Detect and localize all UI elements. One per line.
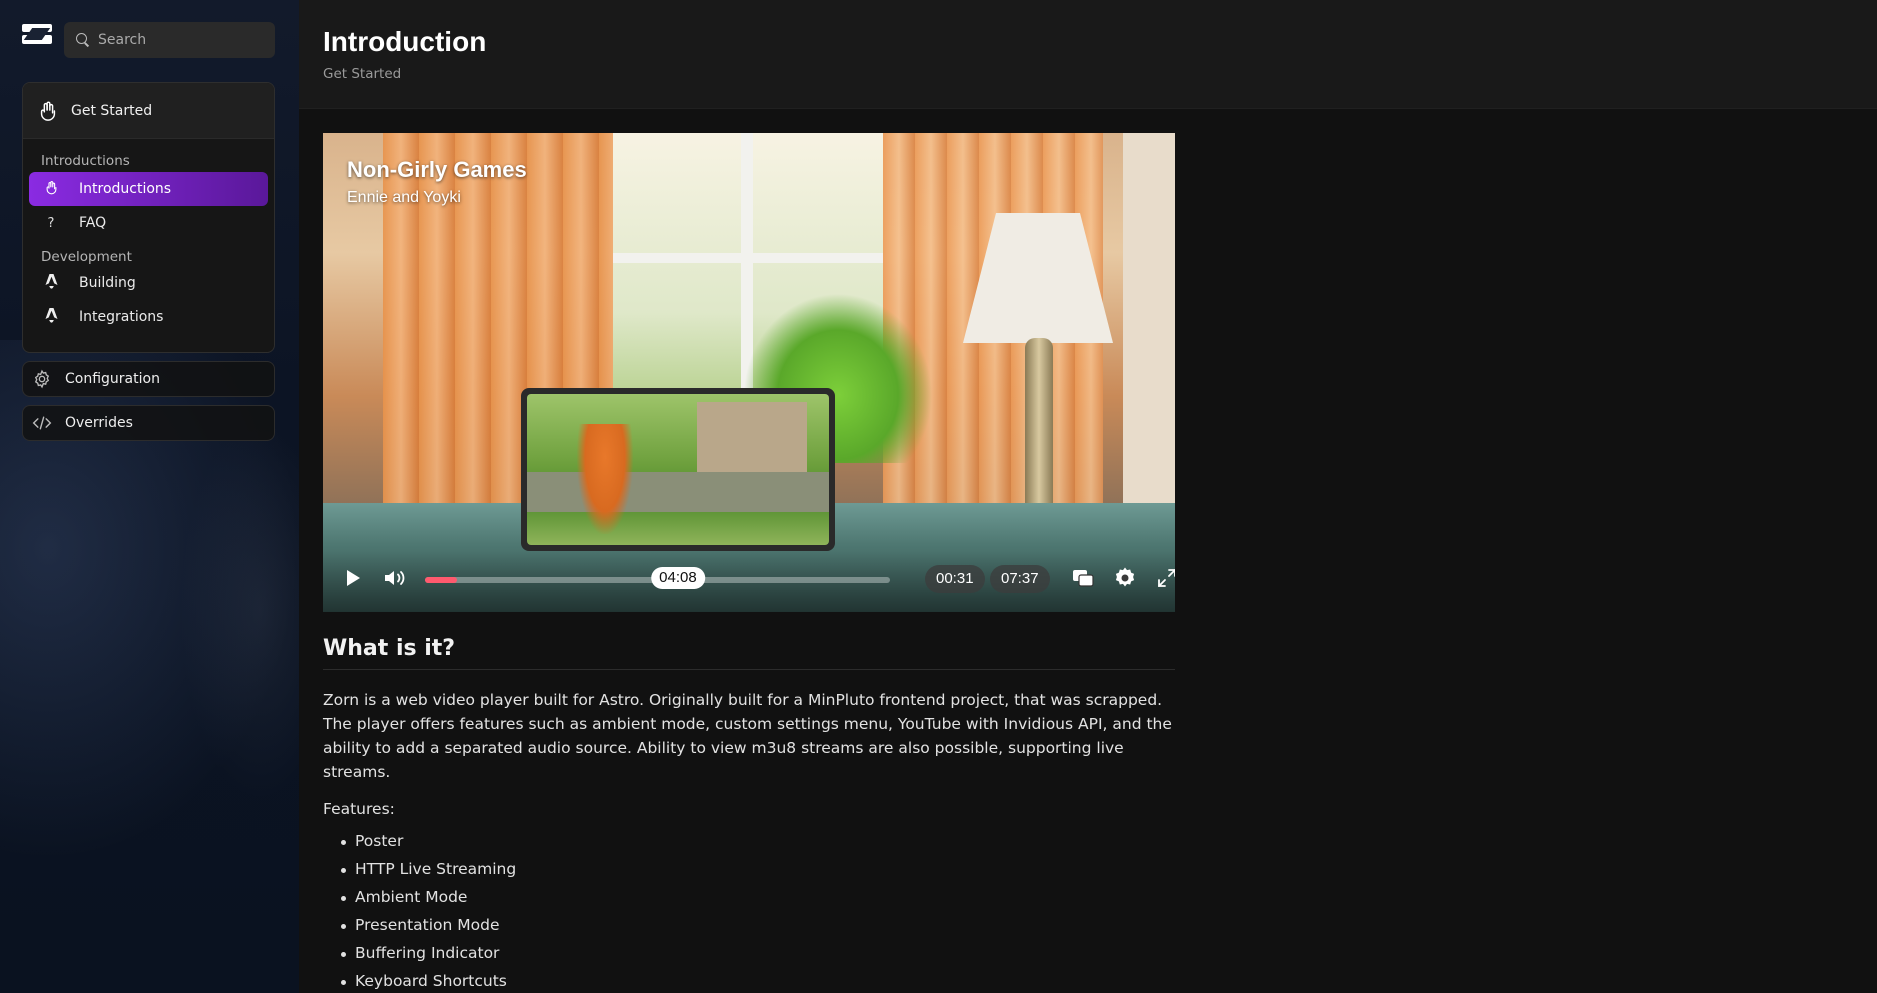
video-controls: 04:08 00:31 07:37: [323, 551, 1175, 612]
settings-button[interactable]: [1108, 561, 1142, 595]
video-subtitle: Ennie and Yoyki: [347, 189, 461, 206]
list-item: Poster: [323, 832, 1175, 860]
video-frame-lamp-base: [1025, 338, 1053, 518]
video-player[interactable]: Non-Girly Games Ennie and Yoyki 04:08 00…: [323, 133, 1175, 612]
main-content: Introduction Get Started Non-Girly Games…: [299, 0, 1877, 993]
duration-time: 07:37: [990, 565, 1050, 593]
volume-icon: [385, 571, 405, 585]
sidebar-item-label: Building: [79, 275, 136, 291]
captions-button[interactable]: [1066, 561, 1100, 595]
sidebar-item-faq[interactable]: ? FAQ: [29, 206, 268, 240]
logo[interactable]: [22, 22, 52, 46]
search-icon: [76, 33, 90, 47]
search-box[interactable]: [64, 22, 275, 58]
progress-fill: [425, 577, 457, 583]
captions-icon: [1073, 570, 1094, 587]
video-frame-house: [697, 402, 807, 472]
hand-icon: [40, 101, 56, 121]
sidebar-item-label: Overrides: [65, 415, 133, 431]
sidebar: Get Started Introductions Introductions …: [0, 0, 299, 993]
sidebar-item-integrations[interactable]: Integrations: [29, 300, 268, 334]
list-item: HTTP Live Streaming: [323, 860, 1175, 888]
video-frame-tablet: [521, 388, 835, 551]
nav-group-header[interactable]: Get Started: [23, 83, 274, 139]
sidebar-item-label: FAQ: [79, 215, 107, 231]
sidebar-item-label: Configuration: [65, 371, 160, 387]
list-item: Keyboard Shortcuts: [323, 972, 1175, 993]
video-frame-tablet-screen: [527, 394, 829, 545]
hand-icon: [43, 180, 59, 199]
page-header: Introduction Get Started: [299, 0, 1877, 109]
sidebar-item-overrides[interactable]: Overrides: [22, 405, 275, 441]
hover-time-tooltip: 04:08: [651, 567, 705, 589]
fullscreen-button[interactable]: [1150, 561, 1175, 595]
list-item: Presentation Mode: [323, 916, 1175, 944]
section-title-introductions: Introductions: [41, 153, 130, 169]
question-icon: ?: [47, 215, 55, 231]
list-item: Ambient Mode: [323, 888, 1175, 916]
gear-icon: [31, 368, 53, 390]
nav-group-get-started: Get Started Introductions Introductions …: [22, 82, 275, 353]
features-label: Features:: [323, 800, 395, 818]
section-title-development: Development: [41, 249, 132, 265]
play-button[interactable]: [336, 561, 370, 595]
breadcrumb[interactable]: Get Started: [323, 66, 1877, 82]
sidebar-item-label: Integrations: [79, 309, 164, 325]
sidebar-item-configuration[interactable]: Configuration: [22, 361, 275, 397]
search-input[interactable]: [98, 32, 268, 48]
fullscreen-icon: [1158, 569, 1175, 587]
astro-icon: [43, 273, 59, 293]
code-icon: [31, 412, 53, 434]
current-time: 00:31: [925, 565, 985, 593]
section-heading: What is it?: [323, 636, 1175, 670]
astro-icon: [43, 307, 59, 327]
features-list: Poster HTTP Live Streaming Ambient Mode …: [323, 832, 1175, 993]
gear-icon: [1115, 567, 1135, 587]
zorn-logo-icon: [22, 22, 52, 46]
video-title: Non-Girly Games: [347, 157, 527, 182]
play-icon: [347, 570, 360, 586]
sidebar-item-introductions[interactable]: Introductions: [29, 172, 268, 206]
nav-group-title: Get Started: [71, 102, 153, 119]
app-root: Get Started Introductions Introductions …: [0, 0, 1877, 993]
volume-button[interactable]: [378, 561, 412, 595]
page-title: Introduction: [323, 26, 487, 57]
sidebar-item-label: Introductions: [79, 181, 172, 197]
video-frame-stone-wall: [527, 472, 829, 512]
sidebar-item-building[interactable]: Building: [29, 266, 268, 300]
video-frame-fox: [577, 424, 633, 534]
article: What is it? Zorn is a web video player b…: [323, 636, 1175, 993]
list-item: Buffering Indicator: [323, 944, 1175, 972]
intro-paragraph: Zorn is a web video player built for Ast…: [323, 691, 1172, 781]
